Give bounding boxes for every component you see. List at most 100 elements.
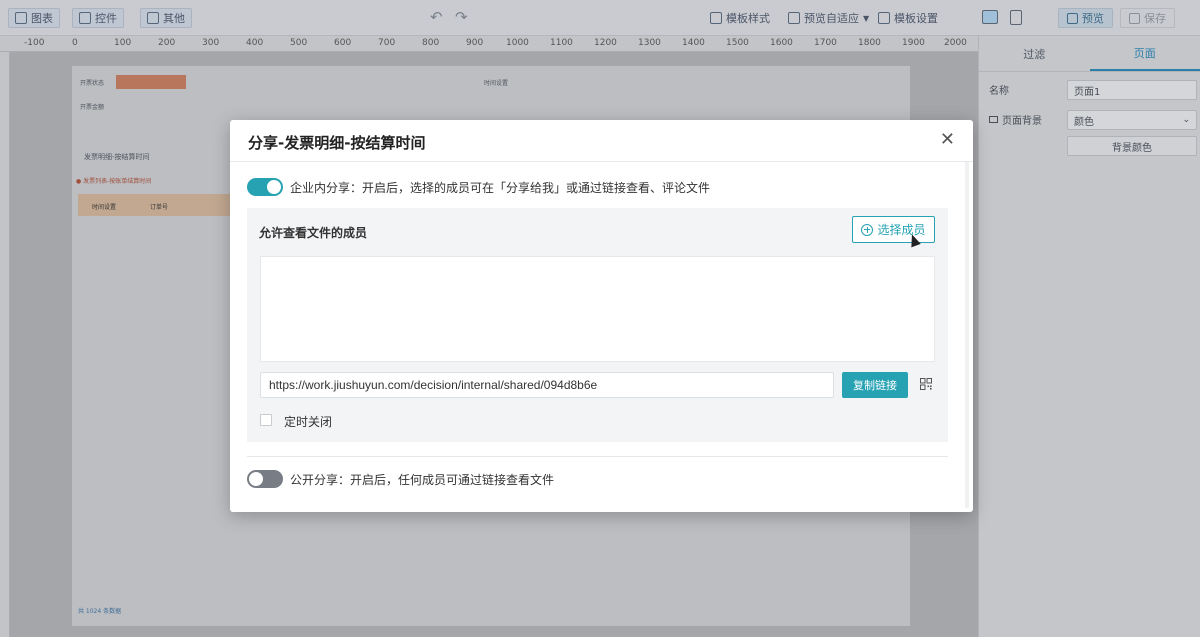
- ruler-tick: 1600: [770, 38, 793, 48]
- share-link-field[interactable]: https://work.jiushuyun.com/decision/inte…: [260, 372, 834, 398]
- mobile-view-icon[interactable]: [1010, 10, 1022, 25]
- preview-adapt-label: 预览自适应: [804, 12, 859, 25]
- top-toolbar: 图表 控件 其他 ↶ ↷ 模板样式 预览自适应 ▼ 模板设置 预览 保存: [0, 0, 1200, 36]
- public-share-toggle[interactable]: [247, 470, 283, 488]
- adapt-icon: [788, 12, 800, 24]
- chart-icon: [15, 12, 27, 24]
- bg-type-select[interactable]: 颜色 ⌄: [1067, 110, 1197, 130]
- other-button[interactable]: 其他: [140, 8, 192, 28]
- internal-share-toggle[interactable]: [247, 178, 283, 196]
- toggle-knob: [267, 180, 281, 194]
- ruler-tick: 100: [114, 38, 132, 48]
- ruler-tick: 900: [466, 38, 484, 48]
- record-count: 共 1024 条数据: [78, 608, 122, 615]
- preview-button[interactable]: 预览: [1058, 8, 1113, 28]
- page-name-input[interactable]: 页面1: [1067, 80, 1197, 100]
- save-button[interactable]: 保存: [1120, 8, 1175, 28]
- bg-label-row: 页面背景: [989, 112, 1042, 127]
- bg-type-value: 颜色: [1074, 116, 1094, 128]
- close-icon[interactable]: ✕: [940, 131, 955, 149]
- ruler-tick: 0: [72, 38, 78, 48]
- filter-label-time: 时间设置: [484, 80, 509, 87]
- bg-color-button[interactable]: 背景颜色: [1067, 136, 1197, 156]
- ruler-tick: 1200: [594, 38, 617, 48]
- tab-filter[interactable]: 过滤: [979, 36, 1090, 71]
- select-members-label: 选择成员: [877, 223, 926, 237]
- ruler-tick: 1900: [902, 38, 925, 48]
- chevron-down-icon: ⌄: [1182, 115, 1190, 125]
- save-icon: [1129, 12, 1140, 24]
- internal-share-label: 企业内分享：开启后，选择的成员可在「分享给我」或通过链接查看、评论文件: [290, 181, 711, 195]
- chart-button[interactable]: 图表: [8, 8, 60, 28]
- members-list[interactable]: [260, 256, 935, 362]
- desktop-view-icon[interactable]: [982, 10, 998, 24]
- chart-button-label: 图表: [31, 12, 53, 25]
- control-button[interactable]: 控件: [72, 8, 124, 28]
- filter-label-amount: 开票金额: [80, 104, 105, 111]
- toggle-knob: [249, 472, 263, 486]
- template-settings-icon: [878, 12, 890, 24]
- ruler-tick: 1400: [682, 38, 705, 48]
- ruler-tick: 1000: [506, 38, 529, 48]
- timed-close-label: 定时关闭: [284, 415, 333, 429]
- dialog-scrollbar[interactable]: [965, 162, 969, 508]
- report-subtitle: ● 发票列表-按账单结算时间: [76, 178, 152, 185]
- share-dialog: 分享-发票明细-按结算时间 ✕ 企业内分享：开启后，选择的成员可在「分享给我」或…: [230, 120, 973, 512]
- ruler-tick: 400: [246, 38, 264, 48]
- members-title: 允许查看文件的成员: [259, 226, 368, 240]
- dialog-header: 分享-发票明细-按结算时间 ✕: [230, 120, 973, 162]
- share-link-text: https://work.jiushuyun.com/decision/inte…: [269, 378, 598, 392]
- control-icon: [79, 12, 91, 24]
- name-label: 名称: [989, 86, 1009, 97]
- members-panel: 允许查看文件的成员 选择成员 https://work.jiushuyun.co…: [247, 208, 948, 442]
- template-settings-button[interactable]: 模板设置: [872, 8, 944, 28]
- filter-value-highlight: [116, 75, 186, 89]
- dialog-title: 分享-发票明细-按结算时间: [248, 134, 426, 152]
- col-header: 订单号: [150, 204, 169, 211]
- ruler-tick: 800: [422, 38, 440, 48]
- ruler-tick: 1800: [858, 38, 881, 48]
- ruler-tick: 1500: [726, 38, 749, 48]
- other-icon: [147, 12, 159, 24]
- plus-circle-icon: [861, 223, 874, 236]
- ruler-tick: 500: [290, 38, 308, 48]
- preview-adapt-dropdown[interactable]: 预览自适应 ▼: [782, 8, 875, 28]
- other-button-label: 其他: [163, 12, 185, 25]
- right-properties-panel: 过滤 页面 名称 页面1 页面背景 颜色 ⌄ 背景颜色: [978, 36, 1200, 637]
- qr-code-icon[interactable]: [920, 378, 932, 390]
- save-label: 保存: [1144, 12, 1166, 25]
- monitor-icon: [989, 116, 998, 123]
- ruler-tick: 1300: [638, 38, 661, 48]
- copy-link-button[interactable]: 复制链接: [842, 372, 908, 398]
- select-members-button[interactable]: 选择成员: [852, 216, 935, 243]
- caret-down-icon: ▼: [863, 13, 870, 23]
- ruler-tick: 300: [202, 38, 220, 48]
- ruler-tick: 2000: [944, 38, 967, 48]
- horizontal-ruler: -100 0 100 200 300 400 500 600 700 800 9…: [0, 36, 978, 52]
- vertical-ruler: [0, 52, 10, 637]
- page-name-value: 页面1: [1074, 86, 1101, 98]
- filter-label-status: 开票状态: [80, 80, 105, 87]
- template-style-label: 模板样式: [726, 12, 770, 25]
- report-title: 发票明细-按结算时间: [84, 153, 150, 161]
- preview-icon: [1067, 12, 1078, 24]
- ruler-tick: 1700: [814, 38, 837, 48]
- template-style-button[interactable]: 模板样式: [704, 8, 776, 28]
- template-settings-label: 模板设置: [894, 12, 938, 25]
- ruler-tick: 1100: [550, 38, 573, 48]
- undo-icon[interactable]: ↶: [430, 8, 443, 26]
- tab-page[interactable]: 页面: [1089, 36, 1200, 71]
- panel-tabs: 过滤 页面: [979, 36, 1200, 72]
- timed-close-checkbox[interactable]: [260, 414, 272, 426]
- section-divider: [247, 456, 948, 457]
- public-share-label: 公开分享：开启后，任何成员可通过链接查看文件: [290, 473, 555, 487]
- redo-icon[interactable]: ↷: [455, 8, 468, 26]
- col-header: 时间设置: [92, 204, 117, 211]
- ruler-tick: 200: [158, 38, 176, 48]
- template-style-icon: [710, 12, 722, 24]
- ruler-tick: 600: [334, 38, 352, 48]
- bg-label: 页面背景: [1002, 116, 1042, 127]
- ruler-tick: -100: [24, 38, 45, 48]
- preview-label: 预览: [1082, 12, 1104, 25]
- ruler-tick: 700: [378, 38, 396, 48]
